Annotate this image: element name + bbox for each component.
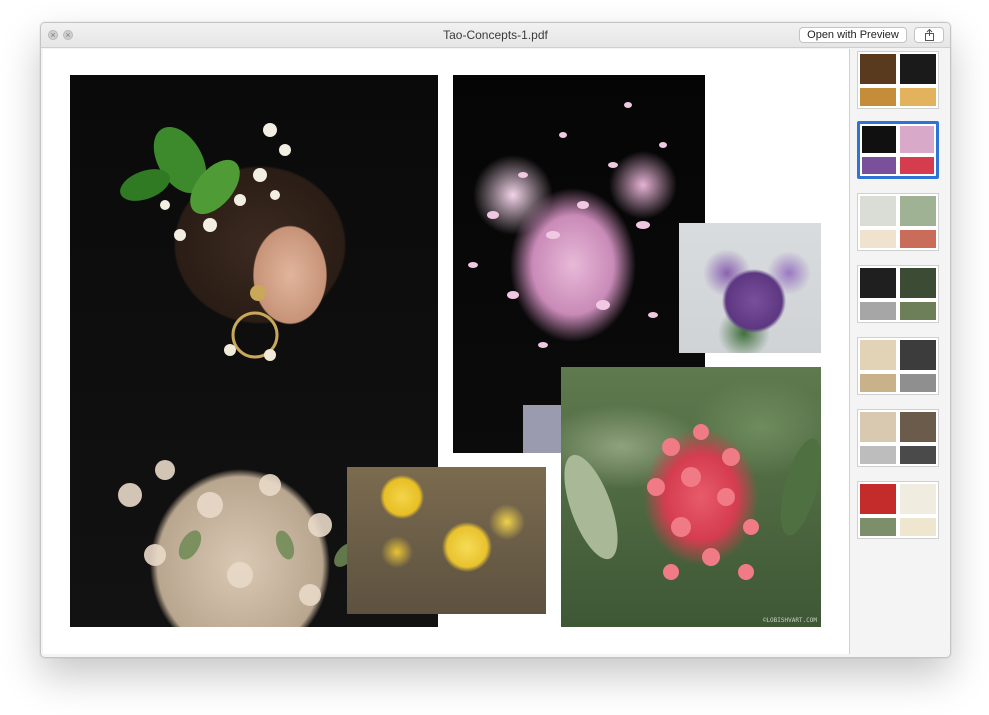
- photo-watermark: ©LOBISHVART.COM: [762, 617, 817, 624]
- close-icon[interactable]: [48, 28, 58, 42]
- thumbnail-image-tile: [862, 157, 896, 174]
- thumbnail-image-tile: [900, 268, 936, 298]
- photo-yellow-jasmine: [347, 467, 546, 614]
- photo-purple-flowers: [679, 223, 821, 353]
- thumbnail-image-tile: [860, 88, 896, 106]
- page-thumbnail[interactable]: [857, 51, 939, 109]
- page-thumbnail[interactable]: [857, 193, 939, 251]
- quicklook-window: Tao-Concepts-1.pdf Open with Preview: [40, 22, 951, 658]
- thumbnail-image-tile: [900, 484, 936, 514]
- thumbnail-image-tile: [900, 88, 936, 106]
- page-thumbnail[interactable]: [857, 337, 939, 395]
- thumbnail-image-tile: [900, 518, 936, 536]
- page-thumbnail[interactable]: [857, 481, 939, 539]
- photo-red-ixora: ©LOBISHVART.COM: [561, 367, 821, 627]
- thumbnail-image-tile: [860, 518, 896, 536]
- thumbnail-image-tile: [860, 54, 896, 84]
- thumbnail-image-tile: [900, 196, 936, 226]
- thumbnail-image-tile: [900, 230, 936, 248]
- thumbnail-image-tile: [900, 126, 934, 153]
- pdf-page-view[interactable]: ©LOBISHVART.COM: [43, 49, 850, 654]
- page-thumbnail[interactable]: [857, 121, 939, 179]
- thumbnail-image-tile: [860, 302, 896, 320]
- thumbnail-image-tile: [900, 412, 936, 442]
- thumbnail-image-tile: [860, 374, 896, 392]
- page-thumbnail-sidebar[interactable]: [850, 49, 950, 654]
- minimize-icon[interactable]: [63, 28, 73, 42]
- thumbnail-image-tile: [860, 446, 896, 464]
- share-button[interactable]: [914, 27, 944, 43]
- share-icon: [925, 29, 934, 41]
- title-bar[interactable]: Tao-Concepts-1.pdf Open with Preview: [41, 23, 950, 48]
- thumbnail-image-tile: [860, 340, 896, 370]
- thumbnail-image-tile: [900, 54, 936, 84]
- thumbnail-image-tile: [900, 302, 936, 320]
- page-thumbnail[interactable]: [857, 265, 939, 323]
- thumbnail-image-tile: [860, 268, 896, 298]
- open-with-preview-button[interactable]: Open with Preview: [799, 27, 907, 43]
- thumbnail-image-tile: [860, 484, 896, 514]
- thumbnail-image-tile: [860, 196, 896, 226]
- thumbnail-image-tile: [900, 446, 936, 464]
- page-thumbnail[interactable]: [857, 409, 939, 467]
- thumbnail-image-tile: [900, 340, 936, 370]
- thumbnail-image-tile: [900, 374, 936, 392]
- thumbnail-image-tile: [900, 157, 934, 174]
- thumbnail-image-tile: [860, 412, 896, 442]
- thumbnail-image-tile: [860, 230, 896, 248]
- thumbnail-image-tile: [862, 126, 896, 153]
